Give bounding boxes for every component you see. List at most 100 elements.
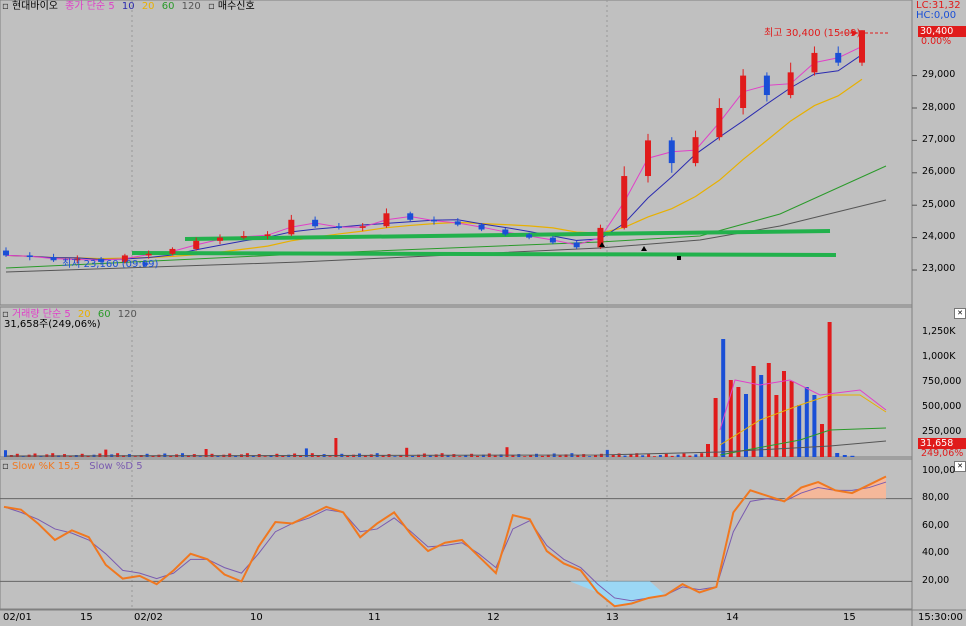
volume-bar — [653, 456, 656, 457]
stoch-tick: 40,00 — [922, 547, 950, 558]
volume-bar — [694, 454, 698, 457]
price-pane-legend: ▫ 현대바이오 종가 단순 5 10 20 60 120 ▫ 매수신호 — [2, 1, 255, 12]
volume-bar — [198, 456, 202, 457]
time-tick: 13 — [606, 612, 619, 623]
volume-bar — [688, 455, 692, 457]
vol-ma120-label: 120 — [117, 309, 137, 320]
low-price-label: 최저 23,160 (09:09) — [62, 259, 159, 270]
volume-bar — [797, 405, 802, 457]
candle-body — [740, 75, 747, 108]
volume-bar — [721, 339, 726, 457]
volume-bar — [759, 375, 764, 457]
price-tick: 24,000 — [922, 231, 956, 242]
volume-last-pct: 249,06% — [921, 448, 964, 459]
volume-bar — [51, 453, 55, 457]
volume-bar — [728, 380, 733, 457]
volume-bar — [428, 455, 432, 457]
volume-bar — [658, 455, 662, 457]
volume-tick: 1,000K — [922, 351, 956, 362]
candle-body — [502, 229, 509, 235]
stoch-tick: 100,00 — [922, 465, 956, 476]
volume-bar — [842, 455, 847, 457]
candle-body — [335, 226, 342, 228]
candle-body — [668, 140, 675, 164]
volume-bar — [346, 455, 350, 457]
volume-last-value: 31,658주(249,06%) — [4, 319, 101, 330]
candle-body — [359, 226, 366, 228]
ma5-label: 5 — [108, 1, 115, 12]
candle-body — [692, 137, 699, 164]
stoch-k-label: Slow %K 15,5 — [11, 461, 81, 472]
stoch-pane — [0, 458, 913, 610]
candle-body — [811, 52, 818, 73]
volume-bar — [804, 387, 809, 457]
candle-body — [312, 219, 319, 227]
volume-bar — [676, 454, 680, 457]
price-tick: 29,000 — [922, 69, 956, 80]
volume-bar — [751, 366, 756, 457]
candle-body — [645, 140, 651, 177]
candle-body — [787, 72, 794, 96]
volume-bar — [98, 453, 102, 457]
stoch-d-label: Slow %D 5 — [89, 461, 143, 472]
candle-body — [193, 240, 200, 249]
stoch-pane-legend: ▫ Slow %K 15,5 Slow %D 5 — [2, 461, 143, 472]
time-tick: 10 — [250, 612, 263, 623]
price-tick: 26,000 — [922, 166, 956, 177]
ma60-label: 60 — [161, 1, 175, 12]
time-tick: 15:30:00 — [918, 612, 963, 623]
support-trendline-lower — [131, 251, 837, 257]
price-tick: 27,000 — [922, 134, 956, 145]
volume-bar — [393, 456, 397, 457]
volume-bar — [682, 453, 686, 457]
high-price-label: 최고 30,400 (15:09) — [764, 28, 861, 39]
candle-body — [407, 213, 414, 220]
volume-bar — [812, 395, 817, 457]
time-tick: 02/01 — [3, 612, 32, 623]
time-tick: 14 — [726, 612, 739, 623]
stoch-pane-close-button[interactable]: ✕ — [954, 461, 966, 472]
current-change: 0.00% — [921, 36, 952, 47]
volume-bar — [263, 456, 267, 457]
candle-body — [478, 224, 485, 230]
volume-tick: 1,250K — [922, 326, 956, 337]
volume-bar — [476, 455, 479, 457]
volume-bar — [623, 455, 627, 457]
ma20-label: 20 — [141, 1, 155, 12]
hc-value: HC:0,00 — [916, 10, 957, 21]
volume-bar — [827, 322, 832, 457]
volume-bar — [493, 455, 497, 457]
candle-body — [264, 234, 271, 236]
time-tick: 15 — [80, 612, 93, 623]
volume-bar — [766, 363, 771, 457]
time-tick: 12 — [487, 612, 500, 623]
volume-bar — [281, 455, 285, 457]
volume-bar — [664, 453, 668, 457]
candle-body — [3, 250, 9, 256]
candle-body — [383, 213, 390, 227]
volume-bar — [706, 444, 710, 457]
candle-body — [621, 176, 628, 228]
volume-bar — [789, 381, 794, 457]
stoch-tick: 60,00 — [922, 520, 950, 531]
volume-bar — [774, 395, 779, 457]
signal-dot — [677, 256, 681, 260]
volume-pane-close-button[interactable]: ✕ — [954, 308, 966, 319]
stoch-tick: 80,00 — [922, 492, 950, 503]
volume-bar — [328, 456, 332, 457]
candle-body — [716, 108, 723, 138]
volume-bar — [820, 424, 824, 457]
volume-bar — [641, 455, 645, 457]
volume-bar — [850, 455, 855, 457]
candle-body — [431, 219, 437, 222]
price-tick: 28,000 — [922, 102, 956, 113]
ma10-label: 10 — [121, 1, 135, 12]
volume-tick: 250,000 — [922, 426, 962, 437]
candle-body — [217, 237, 223, 241]
candle-body — [169, 248, 176, 254]
candle-body — [526, 234, 533, 238]
candle-body — [835, 52, 842, 63]
volume-bar — [647, 454, 651, 457]
ma120-label: 120 — [181, 1, 201, 12]
volume-bar — [116, 453, 120, 457]
